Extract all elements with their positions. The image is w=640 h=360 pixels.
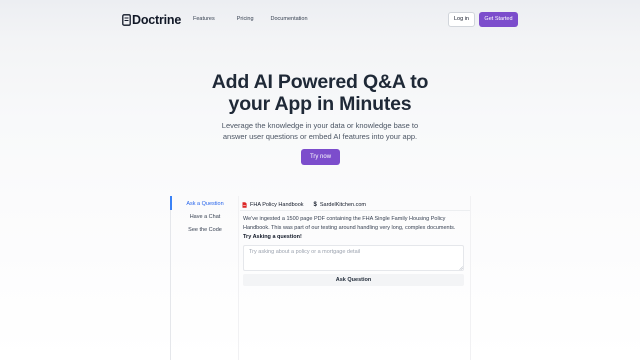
description-line-2: Handbook. This was part of our testing a… xyxy=(243,224,456,231)
logo-text: Doctrine xyxy=(132,13,182,27)
nav-link-features[interactable]: Features xyxy=(193,16,215,22)
hero-title-line-1: Add AI Powered Q&A to xyxy=(211,71,429,93)
sidebar-item-have-a-chat[interactable]: Have a Chat xyxy=(176,214,234,220)
get-started-button[interactable]: Get Started xyxy=(479,12,518,27)
sidebar-item-ask-a-question[interactable]: Ask a Question xyxy=(176,201,234,207)
sidebar-item-see-the-code[interactable]: See the Code xyxy=(176,227,234,233)
panel-left-border xyxy=(238,196,239,360)
nav-links: Features Pricing Documentation xyxy=(193,16,308,22)
hero-subtitle: Leverage the knowledge in your data or k… xyxy=(200,121,440,142)
logo[interactable]: Doctrine xyxy=(122,13,181,27)
nav-link-documentation[interactable]: Documentation xyxy=(271,16,308,22)
tab-sardelkitchen[interactable]: $ SardelKitchen.com xyxy=(314,202,367,208)
ask-question-button[interactable]: Ask Question xyxy=(243,274,464,286)
source-tabs: FHA Policy Handbook $ SardelKitchen.com xyxy=(242,200,366,210)
hero-subtitle-line-1: Leverage the knowledge in your data or k… xyxy=(221,121,419,130)
tab-fha-policy-handbook[interactable]: FHA Policy Handbook xyxy=(242,202,304,208)
tab-label: FHA Policy Handbook xyxy=(250,202,304,208)
login-button[interactable]: Log in xyxy=(448,12,475,27)
sidebar-active-indicator xyxy=(170,196,172,210)
document-logo-icon xyxy=(122,14,131,26)
sidebar-divider xyxy=(170,196,171,360)
tabs-divider xyxy=(240,210,470,211)
resize-grip-icon[interactable] xyxy=(459,266,463,270)
prompt-label: Try Asking a question! xyxy=(243,234,302,240)
tab-label: SardelKitchen.com xyxy=(319,202,367,208)
hero-subtitle-line-2: answer user questions or embed AI featur… xyxy=(222,131,418,141)
hero-title-line-2: your App in Minutes xyxy=(228,93,412,115)
demo-widget: Ask a Question Have a Chat See the Code … xyxy=(170,196,471,360)
panel-right-border xyxy=(470,196,471,360)
nav-link-pricing[interactable]: Pricing xyxy=(237,16,254,22)
description-line-1: We've ingested a 1500 page PDF containin… xyxy=(243,216,446,222)
source-description: We've ingested a 1500 page PDF containin… xyxy=(243,215,467,232)
try-now-button[interactable]: Try now xyxy=(301,149,340,165)
question-input[interactable] xyxy=(243,245,464,271)
top-navbar: Doctrine Features Pricing Documentation … xyxy=(0,10,640,30)
pdf-icon xyxy=(242,202,247,208)
dollar-icon: $ xyxy=(313,202,317,208)
hero-title: Add AI Powered Q&A to your App in Minute… xyxy=(0,71,640,115)
